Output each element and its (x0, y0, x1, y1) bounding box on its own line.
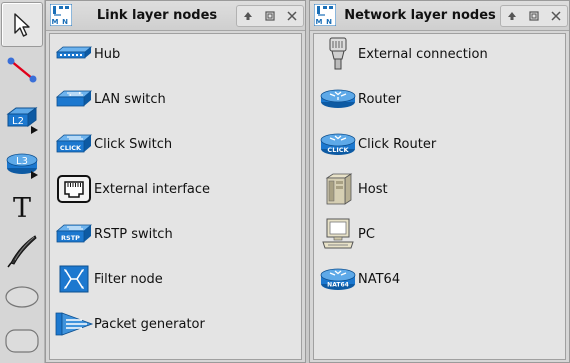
hub-icon (54, 38, 94, 70)
link-node-list: Hub LAN switch CLICK Click Switch Extern… (49, 33, 302, 360)
l2-label: L2 (12, 116, 24, 127)
link-panel-header[interactable]: M N Link layer nodes (46, 1, 305, 31)
node-item-nat64[interactable]: NAT64 NAT64 (314, 262, 565, 296)
rstp-switch-icon: RSTP (54, 218, 94, 250)
network-panel-window-controls (500, 5, 568, 27)
l3-node-tool[interactable]: L3 (1, 141, 43, 186)
network-panel-maximize-button[interactable] (523, 6, 545, 26)
svg-text:CLICK: CLICK (60, 144, 82, 152)
svg-text:N: N (326, 18, 332, 26)
pc-icon (318, 218, 358, 250)
svg-text:RSTP: RSTP (61, 234, 80, 242)
l2-submenu-arrow[interactable] (31, 126, 38, 134)
select-tool[interactable] (1, 2, 43, 47)
maximize-icon (529, 11, 539, 21)
lan-switch-icon (54, 83, 94, 115)
network-panel-close-button[interactable] (545, 6, 567, 26)
draw-tool[interactable] (1, 228, 43, 273)
node-label: Router (358, 91, 402, 107)
link-layer-panel: M N Link layer nodes Hub LAN switch CLIC… (45, 0, 306, 363)
filter-node-icon (54, 263, 94, 295)
node-label: Host (358, 181, 388, 197)
node-item-external-interface[interactable]: External interface (50, 172, 301, 206)
text-icon: T (12, 193, 31, 224)
node-item-click-router[interactable]: CLICK Click Router (314, 127, 565, 161)
node-item-external-connection[interactable]: External connection (314, 37, 565, 71)
l2-node-tool[interactable]: L2 (1, 96, 43, 141)
svg-text:M: M (52, 18, 59, 26)
node-label: External interface (94, 181, 211, 197)
network-panel-shade-button[interactable] (501, 6, 523, 26)
network-panel-header[interactable]: M N Network layer nodes (310, 1, 569, 31)
rounded-rect-tool[interactable] (1, 318, 43, 363)
svg-text:M: M (316, 18, 323, 26)
network-panel-title: Network layer nodes (344, 8, 496, 23)
node-label: PC (358, 226, 375, 242)
node-label: Filter node (94, 271, 163, 287)
node-label: Packet generator (94, 316, 205, 332)
click-router-icon: CLICK (318, 128, 358, 160)
network-layer-panel: M N Network layer nodes External connect… (309, 0, 570, 363)
node-item-packet-generator[interactable]: Packet generator (50, 307, 301, 341)
node-label: LAN switch (94, 91, 166, 107)
maximize-icon (265, 11, 275, 21)
node-label: RSTP switch (94, 226, 173, 242)
link-panel-shade-button[interactable] (237, 6, 259, 26)
nat64-router-icon: NAT64 (318, 263, 358, 295)
svg-text:N: N (62, 18, 68, 26)
svg-text:CLICK: CLICK (327, 146, 349, 154)
imunes-logo-icon: M N (50, 4, 72, 26)
l3-submenu-arrow[interactable] (31, 171, 38, 179)
link-panel-window-controls (236, 5, 304, 27)
close-icon (287, 11, 297, 21)
shade-icon (508, 12, 516, 20)
oval-icon (5, 285, 39, 308)
link-panel-title: Link layer nodes (96, 8, 218, 23)
click-switch-icon: CLICK (54, 128, 94, 160)
network-node-list: External connection Router CLICK Click R… (313, 33, 566, 360)
ethernet-port-icon (54, 173, 94, 205)
node-label: External connection (358, 46, 488, 62)
text-tool[interactable]: T (1, 186, 43, 231)
link-line-icon (7, 57, 37, 82)
imunes-logo-icon: M N (314, 4, 336, 26)
external-connection-icon (318, 37, 358, 70)
node-item-click-switch[interactable]: CLICK Click Switch (50, 127, 301, 161)
close-icon (551, 11, 561, 21)
node-label: NAT64 (358, 271, 401, 287)
node-item-pc[interactable]: PC (314, 217, 565, 251)
node-item-router[interactable]: Router (314, 82, 565, 116)
node-item-lan-switch[interactable]: LAN switch (50, 82, 301, 116)
router-icon (318, 83, 358, 115)
node-item-filter-node[interactable]: Filter node (50, 262, 301, 296)
link-tool[interactable] (1, 47, 43, 92)
node-item-rstp-switch[interactable]: RSTP RSTP switch (50, 217, 301, 251)
packet-generator-icon (54, 308, 94, 340)
pointer-icon (14, 12, 30, 37)
tool-palette: L2 L3 T (0, 0, 45, 363)
link-panel-close-button[interactable] (281, 6, 303, 26)
node-label: Click Switch (94, 136, 173, 152)
pen-icon (7, 234, 37, 267)
rounded-rect-icon (5, 328, 39, 353)
node-label: Hub (94, 46, 121, 62)
node-item-host[interactable]: Host (314, 172, 565, 206)
node-label: Click Router (358, 136, 437, 152)
node-item-hub[interactable]: Hub (50, 37, 301, 71)
shade-icon (244, 12, 252, 20)
oval-tool[interactable] (1, 274, 43, 319)
svg-text:NAT64: NAT64 (327, 282, 349, 289)
link-panel-maximize-button[interactable] (259, 6, 281, 26)
host-server-icon (318, 173, 358, 205)
l3-label: L3 (16, 156, 28, 167)
